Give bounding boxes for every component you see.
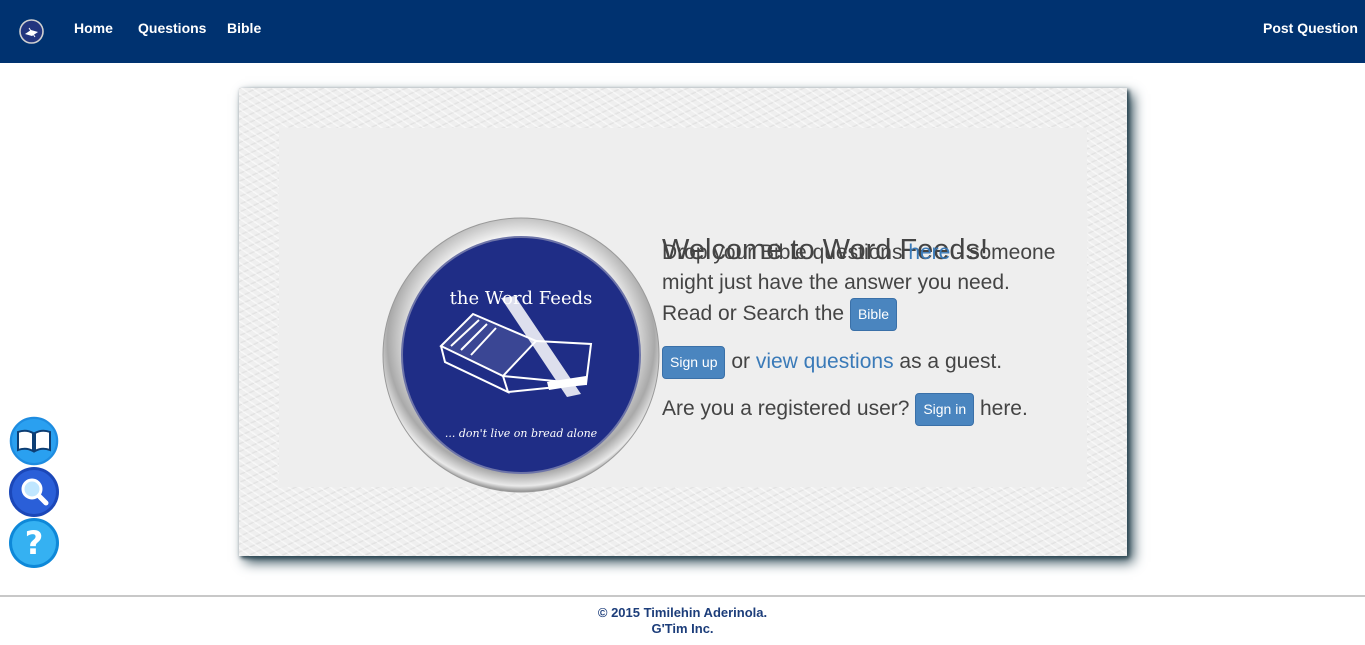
signin-line: Are you a registered user? Sign in here. [662, 393, 1028, 426]
guest-line: Sign up or view questions as a guest. [662, 346, 1002, 379]
svg-text:?: ? [25, 524, 44, 562]
read-search-text: Read or Search the [662, 302, 850, 326]
footer-copyright: © 2015 Timilehin Aderinola. [597, 605, 768, 620]
intro-text: Drop your Bible questions [662, 241, 909, 264]
or-text: or [725, 350, 756, 374]
help-question-icon[interactable]: ? [8, 517, 60, 569]
view-questions-link[interactable]: view questions [756, 350, 894, 373]
footer-company: G'Tim Inc. [651, 621, 714, 636]
intro-paragraph: Drop your Bible questions here - someone… [662, 238, 1055, 331]
logo-tagline: ... don't live on bread alone [445, 427, 598, 440]
here-text: here. [974, 397, 1028, 421]
signup-button[interactable]: Sign up [662, 346, 726, 379]
nav-home[interactable]: Home [74, 20, 113, 36]
nav-bible[interactable]: Bible [227, 20, 261, 36]
bible-button[interactable]: Bible [849, 298, 898, 331]
intro-text-cont: - someone [950, 241, 1056, 264]
signin-button[interactable]: Sign in [915, 393, 975, 426]
word-feeds-logo: the Word Feeds ... don't live on bread a… [382, 217, 660, 493]
nav-post-question[interactable]: Post Question [1263, 20, 1358, 36]
guest-text: as a guest. [893, 350, 1003, 374]
hero-panel: the Word Feeds ... don't live on bread a… [279, 128, 1087, 493]
here-link[interactable]: here [908, 241, 950, 264]
top-navbar: Home Questions Bible Post Question [0, 0, 1365, 63]
search-magnifier-icon[interactable] [8, 466, 60, 518]
brand-logo-icon[interactable] [19, 19, 44, 44]
bible-book-icon[interactable] [8, 415, 60, 467]
intro-text-line2: might just have the answer you need. [662, 271, 1010, 294]
nav-questions[interactable]: Questions [138, 20, 206, 36]
hero-frame: the Word Feeds ... don't live on bread a… [239, 88, 1127, 556]
footer: © 2015 Timilehin Aderinola. G'Tim Inc. [0, 595, 1365, 645]
registered-text: Are you a registered user? [662, 397, 916, 421]
